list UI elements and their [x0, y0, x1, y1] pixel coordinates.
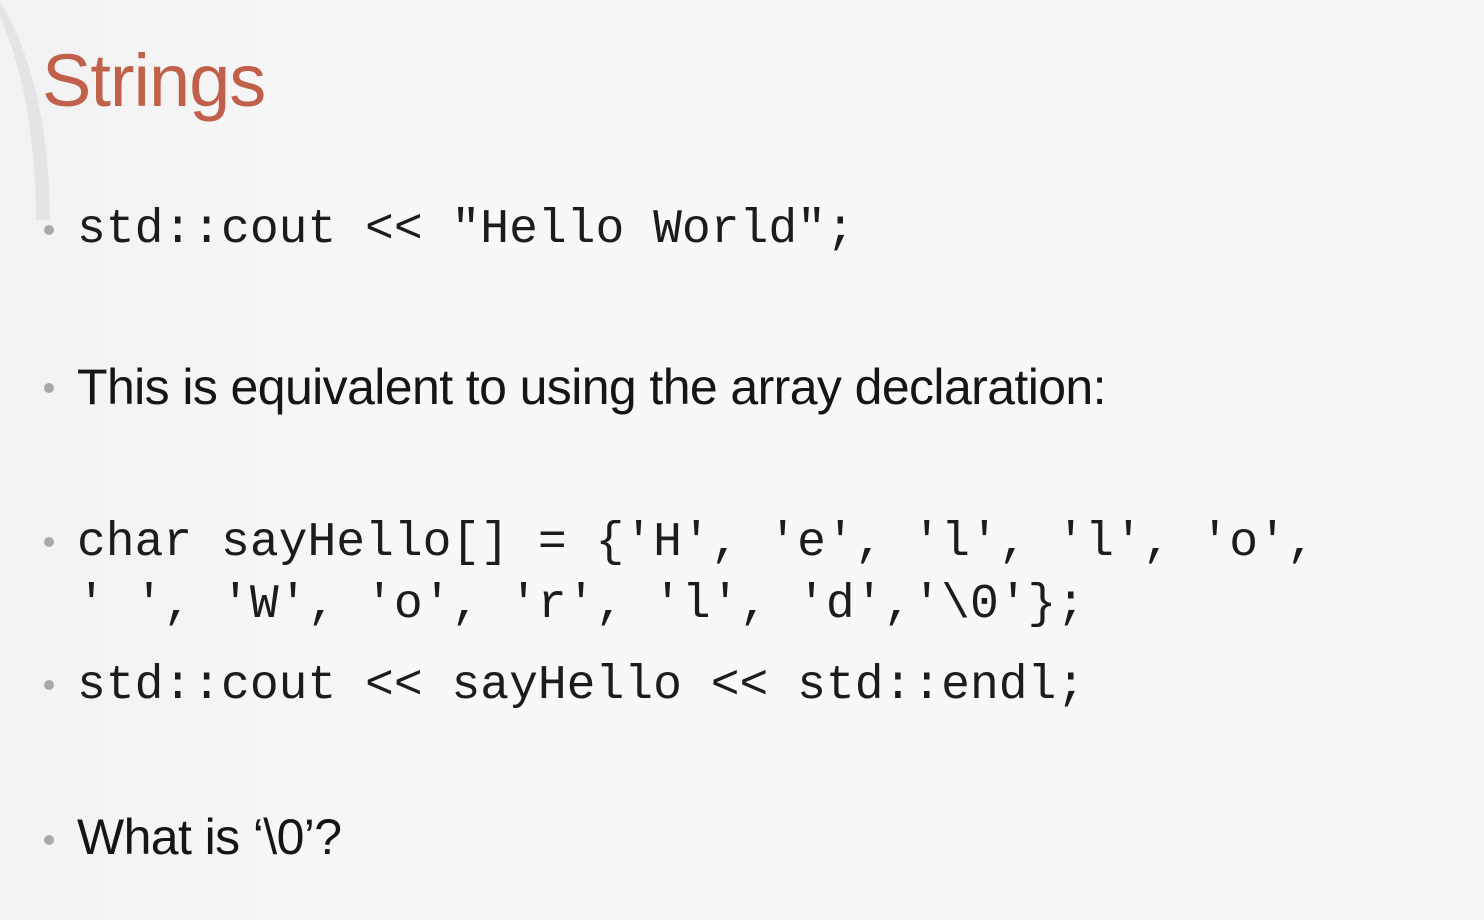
bullet-cout-sayhello: std::cout << sayHello << std::endl; — [44, 655, 1484, 717]
code-line: std::cout << sayHello << std::endl; — [77, 659, 1086, 713]
bullet-text: This is equivalent to using the array de… — [77, 359, 1107, 415]
bullet-dot-icon — [44, 835, 54, 845]
bullet-dot-icon — [44, 225, 54, 235]
code-line: std::cout << "Hello World"; — [77, 203, 855, 257]
code-line: char sayHello[] = {'H', 'e', 'l', 'l', '… — [77, 516, 1316, 570]
bullet-dot-icon — [44, 537, 54, 547]
bullet-dot-icon — [44, 383, 54, 393]
slide: Strings std::cout << "Hello World"; This… — [0, 0, 1484, 920]
slide-title: Strings — [42, 39, 266, 122]
bullet-what-is-null: What is ‘\0’? — [44, 806, 1484, 868]
bullet-array-declaration: char sayHello[] = {'H', 'e', 'l', 'l', '… — [44, 512, 1484, 636]
bullet-dot-icon — [44, 680, 54, 690]
bullet-hello-world: std::cout << "Hello World"; — [44, 199, 1484, 261]
bullet-text: What is ‘\0’? — [77, 809, 342, 865]
bullet-equivalent: This is equivalent to using the array de… — [44, 356, 1484, 418]
code-line: ' ', 'W', 'o', 'r', 'l', 'd','\0'}; — [77, 578, 1086, 632]
